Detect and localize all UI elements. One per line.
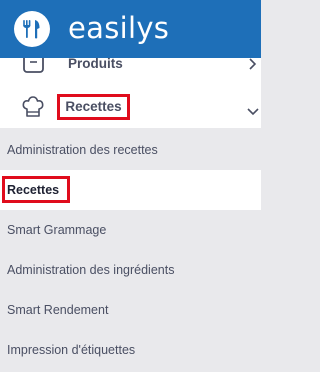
submenu-item-smart-grammage[interactable]: Smart Grammage (0, 210, 261, 250)
chef-hat-icon (21, 95, 45, 124)
brand-name[interactable]: easilys (68, 10, 169, 46)
submenu-recettes: Administration des recettes Recettes Sma… (0, 128, 261, 372)
highlight-box: Recettes (57, 94, 130, 120)
submenu-item-label: Administration des recettes (7, 143, 158, 157)
submenu-item-label: Impression d'étiquettes (7, 343, 136, 357)
submenu-item-label: Smart Rendement (7, 303, 109, 317)
highlight-box (2, 176, 70, 203)
box-icon (22, 58, 46, 78)
submenu-item-impression-etiquettes[interactable]: Impression d'étiquettes (0, 330, 261, 370)
submenu-item-administration-ingredients[interactable]: Administration des ingrédients (0, 250, 261, 290)
sidebar-item-produits[interactable]: Produits (0, 58, 261, 78)
sidebar-item-recettes[interactable]: Recettes (0, 86, 261, 126)
sidebar-menu: Produits Recettes (0, 58, 261, 128)
chevron-right-icon (248, 58, 258, 75)
app-header: easilys (0, 0, 261, 58)
fork-knife-icon[interactable] (14, 11, 50, 47)
submenu-item-label: Administration des ingrédients (7, 263, 175, 277)
sidebar-item-label: Produits (68, 58, 123, 71)
sidebar-item-label: Recettes (65, 99, 122, 114)
submenu-item-smart-rendement[interactable]: Smart Rendement (0, 290, 261, 330)
submenu-item-administration-recettes[interactable]: Administration des recettes (0, 130, 261, 170)
submenu-item-label: Smart Grammage (7, 223, 107, 237)
chevron-down-icon (247, 104, 259, 122)
